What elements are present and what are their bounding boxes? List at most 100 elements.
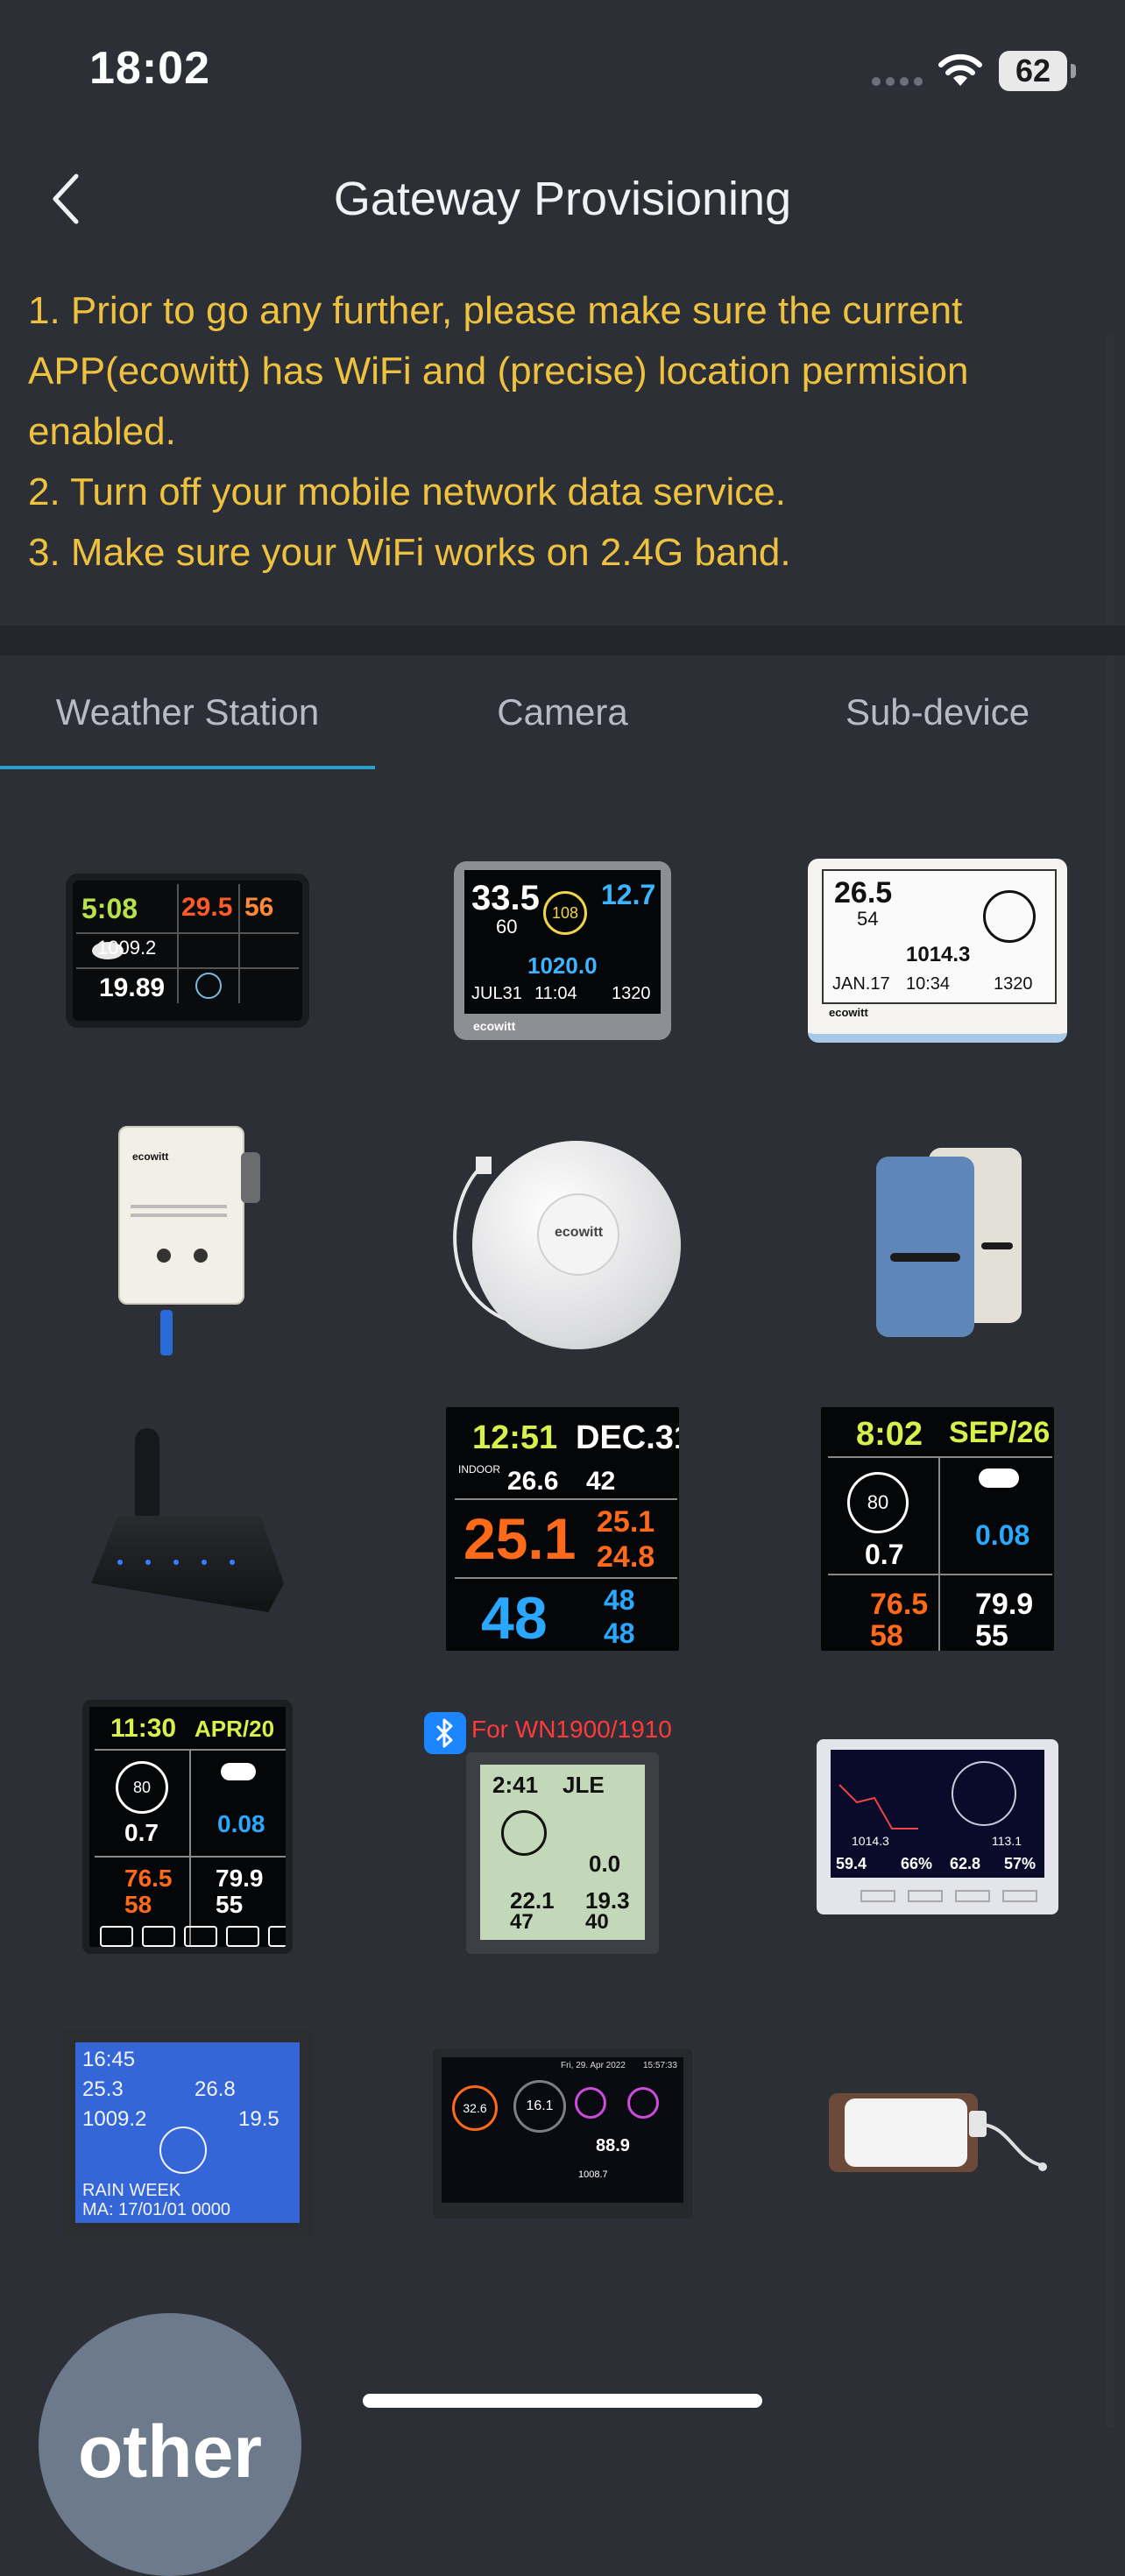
device-1-humidity: 56	[244, 893, 274, 922]
device-option-13[interactable]: 16:45 25.3 26.8 1009.2 19.5 RAIN WEEK MA…	[0, 1989, 375, 2278]
device-8-time: 12:51	[472, 1419, 558, 1456]
bluetooth-model-label: For WN1900/1910	[471, 1716, 672, 1743]
device-10-rain: 0.08	[217, 1810, 265, 1837]
device-10-time: 11:30	[110, 1714, 177, 1743]
device-9-outdoor-hum: 58	[870, 1619, 903, 1652]
device-option-14[interactable]: Fri, 29. Apr 2022 15:57:33 32.6 16.1 88.…	[375, 1989, 750, 2278]
device-9-indoor-temp: 79.9	[975, 1588, 1034, 1621]
device-3-humidity: 54	[857, 908, 879, 930]
device-13-pressure: 1009.2	[82, 2107, 147, 2131]
device-8-indoor-label: INDOOR	[458, 1463, 500, 1476]
device-12-wind: 113.1	[992, 1834, 1022, 1848]
bluetooth-icon	[424, 1712, 466, 1754]
device-13-temp2: 26.8	[195, 2077, 236, 2101]
device-8-indoor-hum: 42	[586, 1467, 616, 1496]
device-9-indoor-hum: 55	[975, 1619, 1008, 1652]
device-option-3[interactable]: 26.5 54 1014.3 JAN.17 10:34 1320 ecowitt	[750, 806, 1125, 1095]
device-2-humidity: 60	[496, 916, 518, 938]
device-10-date: APR/20	[195, 1716, 275, 1742]
device-10-indoor-temp: 79.9	[216, 1865, 264, 1892]
device-14-temp: 32.6	[452, 2085, 498, 2131]
device-12-temp: 59.4	[836, 1855, 867, 1872]
home-indicator[interactable]	[363, 2394, 762, 2408]
device-3-lux: 1320	[994, 974, 1033, 994]
device-13-rain-line: MA: 17/01/01 0000	[82, 2200, 231, 2219]
device-3-date: JAN.17	[832, 974, 890, 994]
device-13-time: 16:45	[82, 2048, 136, 2071]
tab-camera[interactable]: Camera	[375, 655, 750, 769]
status-bar: 18:02 62	[0, 0, 1125, 140]
device-13-temp: 25.3	[82, 2077, 124, 2101]
device-9-time: 8:02	[856, 1416, 923, 1453]
device-1-temp: 29.5	[181, 893, 233, 922]
battery-tip	[1071, 64, 1076, 78]
device-8-indoor-temp: 26.6	[507, 1467, 559, 1496]
section-divider	[0, 626, 1125, 655]
device-12-temp2: 62.8	[950, 1855, 981, 1872]
device-option-15[interactable]	[750, 1989, 1125, 2278]
device-option-8[interactable]: 12:51 DEC.31 INDOOR 26.6 42 25.1 25.1 24…	[375, 1384, 750, 1674]
device-8-date: DEC.31	[576, 1419, 686, 1456]
device-14-date: Fri, 29. Apr 2022	[561, 2061, 626, 2070]
device-10-gust: 0.7	[124, 1819, 159, 1846]
device-8-min-temp: 24.8	[597, 1540, 655, 1574]
device-1-pressure: 1009.2	[97, 937, 157, 959]
device-12-pressure: 1014.3	[852, 1834, 889, 1848]
device-3-brand: ecowitt	[829, 1006, 868, 1019]
device-11-indoor-hum: 40	[585, 1910, 609, 1934]
device-9-outdoor-temp: 76.5	[870, 1588, 929, 1621]
device-2-wind: 108	[543, 891, 587, 935]
other-label: other	[78, 2410, 262, 2493]
device-14-wind: 16.1	[513, 2080, 566, 2133]
device-2-date: JUL31	[471, 984, 522, 1003]
device-option-5[interactable]: ecowitt	[375, 1095, 750, 1384]
device-10-outdoor-hum: 58	[124, 1891, 152, 1918]
active-tab-indicator	[0, 766, 375, 769]
device-10-indoor-hum: 55	[216, 1891, 244, 1918]
tab-weather-station[interactable]: Weather Station	[0, 655, 375, 769]
device-2-pressure: 1020.0	[527, 952, 598, 979]
device-type-tabs: Weather Station Camera Sub-device	[0, 655, 1125, 769]
device-option-4[interactable]: ecowitt	[0, 1095, 375, 1384]
device-1-rain: 19.89	[99, 973, 166, 1002]
device-5-brand: ecowitt	[555, 1225, 604, 1240]
device-3-clock: 10:34	[906, 974, 951, 994]
other-device-button[interactable]: other	[39, 2313, 301, 2576]
device-11-hum: 47	[510, 1910, 534, 1934]
device-10-outdoor-temp: 76.5	[124, 1865, 173, 1892]
device-option-9[interactable]: 8:02 SEP/26 80 0.7 0.08 76.5 58 79.9 55	[750, 1384, 1125, 1674]
device-9-gust: 0.7	[865, 1539, 904, 1570]
notice-line-1: 1. Prior to go any further, please make …	[28, 289, 969, 453]
battery-icon: 62	[999, 51, 1067, 91]
device-11-rain: 0.0	[589, 1851, 621, 1877]
notice-line-3: 3. Make sure your WiFi works on 2.4G ban…	[28, 531, 791, 574]
device-option-12[interactable]: 1014.3 113.1 59.4 66% 62.8 57%	[750, 1682, 1125, 1971]
device-8-humidity: 48	[481, 1585, 548, 1652]
device-option-1[interactable]: 5:08 29.5 56 1009.2 19.89	[0, 806, 375, 1095]
device-2-lux: 1320	[612, 984, 651, 1003]
device-11-time: 2:41	[492, 1772, 539, 1798]
device-2-uv: 12.7	[601, 879, 656, 910]
device-option-7[interactable]	[0, 1384, 375, 1674]
device-9-wind: 80	[847, 1472, 909, 1533]
device-13-rain-label: RAIN WEEK	[82, 2181, 181, 2200]
device-option-10[interactable]: 11:30 APR/20 80 0.7 0.08 76.5 58 79.9 55	[0, 1682, 375, 1971]
status-time: 18:02	[89, 43, 210, 94]
device-option-2[interactable]: 33.5 60 108 12.7 1020.0 JUL31 11:04 1320…	[375, 806, 750, 1095]
wifi-icon	[938, 53, 982, 86]
device-9-rain: 0.08	[975, 1519, 1030, 1551]
device-9-date: SEP/26	[949, 1416, 1051, 1449]
tab-sub-device[interactable]: Sub-device	[750, 655, 1125, 769]
device-1-time: 5:08	[81, 893, 138, 924]
device-13-wind: 19.5	[238, 2107, 279, 2131]
device-option-6[interactable]	[750, 1095, 1125, 1384]
device-14-clock: 15:57:33	[643, 2061, 677, 2070]
device-3-pressure: 1014.3	[906, 943, 971, 966]
device-14-pressure: 1008.7	[578, 2169, 608, 2180]
device-8-min-hum: 48	[604, 1617, 635, 1649]
device-10-wind: 80	[116, 1761, 168, 1814]
page-title: Gateway Provisioning	[333, 173, 792, 225]
device-2-temp: 33.5	[471, 879, 540, 917]
device-2-brand: ecowitt	[473, 1019, 516, 1033]
device-12-humidity: 66%	[901, 1855, 933, 1872]
